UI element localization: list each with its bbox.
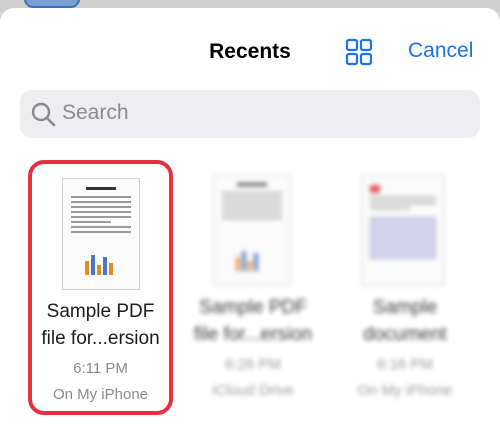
search-icon (31, 102, 56, 127)
pdf-thumbnail (62, 178, 140, 290)
pdf-thumbnail (213, 174, 291, 286)
file-item-sample-pdf-2[interactable]: Sample PDF file for...ersion 6:26 PM iCl… (183, 160, 323, 410)
file-location: On My iPhone (357, 382, 453, 399)
file-item-sample-pdf-selected[interactable]: Sample PDF file for...ersion 6:11 PM On … (28, 160, 173, 415)
search-field[interactable]: Search (20, 90, 480, 138)
thumbnail-chart-icon (85, 251, 121, 275)
file-name-line1: Sample (372, 297, 438, 318)
file-name-line2: file for...ersion (193, 324, 313, 345)
file-name-line1: Sample PDF (199, 297, 307, 318)
file-name-line2: file for...ersion (41, 328, 160, 349)
file-name-line1: Sample PDF (46, 301, 155, 322)
file-item-sample-document[interactable]: Sample document 6:16 PM On My iPhone (335, 160, 475, 410)
document-thumbnail (361, 174, 445, 286)
file-time: 6:16 PM (377, 356, 433, 373)
file-location: iCloud Drive (212, 382, 294, 399)
thumbnail-chart-icon (236, 247, 272, 271)
background-app-button (24, 0, 80, 8)
search-placeholder: Search (62, 101, 129, 124)
file-location: On My iPhone (52, 386, 149, 403)
cancel-button[interactable]: Cancel (408, 39, 473, 63)
file-name-line2: document (363, 324, 447, 345)
document-picker-sheet: Recents Cancel Search Sample PDF file fo… (0, 8, 500, 428)
file-time: 6:11 PM (73, 360, 128, 377)
grid-view-icon[interactable] (345, 38, 373, 66)
file-time: 6:26 PM (225, 356, 281, 373)
